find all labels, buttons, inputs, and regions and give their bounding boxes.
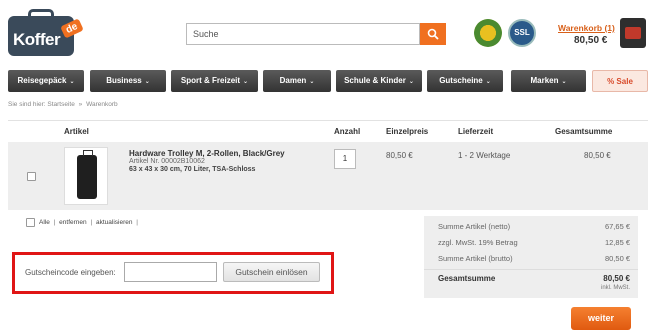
nav-item-label: Damen bbox=[279, 76, 307, 85]
nav-item-schule-kinder[interactable]: Schule & Kinder ⌄ bbox=[336, 70, 422, 92]
summary-value: 12,85 € bbox=[604, 238, 630, 247]
summary-row: Summe Artikel (netto) 67,65 € bbox=[424, 218, 638, 234]
separator: | bbox=[90, 219, 93, 227]
chevron-down-icon: ⌄ bbox=[561, 79, 567, 85]
column-header-article: Artikel bbox=[64, 127, 89, 136]
cart-table: Artikel Anzahl Einzelpreis Lieferzeit Ge… bbox=[8, 120, 648, 210]
unit-price: 80,50 € bbox=[386, 151, 413, 160]
quantity-input[interactable]: 1 bbox=[334, 149, 356, 169]
product-article-number: Artikel Nr. 00002B10062 bbox=[129, 158, 205, 165]
nav-item-label: Sport & Freizeit bbox=[180, 76, 241, 85]
voucher-section: Gutscheincode eingeben: Gutschein einlös… bbox=[12, 252, 334, 294]
breadcrumb-home-link[interactable]: Startseite bbox=[47, 101, 74, 108]
summary-value: 67,65 € bbox=[604, 222, 630, 231]
search-icon bbox=[427, 28, 439, 40]
row-select-checkbox[interactable] bbox=[27, 172, 36, 181]
summary-total-label: Gesamtsumme bbox=[438, 274, 496, 283]
row-total: 80,50 € bbox=[584, 151, 611, 160]
nav-item-gutscheine[interactable]: Gutscheine ⌄ bbox=[427, 70, 503, 92]
open-suitcase-icon[interactable] bbox=[620, 18, 646, 48]
nav-item-label: Marken bbox=[530, 76, 559, 85]
summary-label: Summe Artikel (brutto) bbox=[438, 254, 513, 263]
nav-item-marken[interactable]: Marken ⌄ bbox=[511, 70, 586, 92]
column-header-unit-price: Einzelpreis bbox=[386, 127, 429, 136]
chevron-down-icon: ⌄ bbox=[485, 79, 491, 85]
nav-item-business[interactable]: Business ⌄ bbox=[90, 70, 166, 92]
update-link[interactable]: aktualisieren bbox=[96, 219, 133, 226]
search-bar: Suche bbox=[186, 23, 446, 45]
site-logo[interactable]: Koffer de bbox=[6, 8, 86, 60]
vat-note: inkl. MwSt. bbox=[600, 285, 630, 291]
nav-item-damen[interactable]: Damen ⌄ bbox=[263, 70, 331, 92]
ssl-seal-icon[interactable]: SSL bbox=[508, 19, 536, 47]
summary-label: Summe Artikel (netto) bbox=[438, 222, 511, 231]
continue-button[interactable]: weiter bbox=[571, 307, 631, 330]
remove-link[interactable]: entfernen bbox=[59, 219, 86, 226]
breadcrumb-separator: » bbox=[78, 101, 83, 108]
nav-item-label: Reisegepäck bbox=[17, 76, 67, 85]
nav-item-sale[interactable]: % Sale bbox=[592, 70, 648, 92]
cart-total: 80,50 € bbox=[574, 35, 608, 46]
summary-label: zzgl. MwSt. 19% Betrag bbox=[438, 238, 518, 247]
summary-row: zzgl. MwSt. 19% Betrag 12,85 € bbox=[424, 234, 638, 250]
cart-link[interactable]: Warenkorb (1) bbox=[558, 23, 615, 33]
nav-item-reisegepaeck[interactable]: Reisegepäck ⌄ bbox=[8, 70, 84, 92]
table-header: Artikel Anzahl Einzelpreis Lieferzeit Ge… bbox=[8, 120, 648, 142]
select-all-checkbox[interactable] bbox=[26, 218, 35, 227]
nav-item-label: Gutscheine bbox=[439, 76, 483, 85]
product-description: 63 x 43 x 30 cm, 70 Liter, TSA-Schloss bbox=[129, 166, 256, 173]
summary-total-value: 80,50 € bbox=[603, 274, 630, 283]
search-button[interactable] bbox=[420, 23, 446, 45]
select-all-label[interactable]: Alle bbox=[39, 219, 50, 226]
product-title-link[interactable]: Hardware Trolley M, 2-Rollen, Black/Grey bbox=[129, 149, 285, 158]
logo-text: Koffer bbox=[13, 30, 61, 49]
chevron-down-icon: ⌄ bbox=[309, 79, 315, 85]
voucher-label: Gutscheincode eingeben: bbox=[25, 268, 116, 277]
breadcrumb-prefix: Sie sind hier: bbox=[8, 101, 46, 108]
header: Koffer de Suche SSL Warenkorb (1) 80,50 … bbox=[0, 0, 650, 66]
nav-item-sport-freizeit[interactable]: Sport & Freizeit ⌄ bbox=[171, 70, 258, 92]
table-row: Hardware Trolley M, 2-Rollen, Black/Grey… bbox=[8, 142, 648, 210]
breadcrumb: Sie sind hier: Startseite » Warenkorb bbox=[8, 101, 118, 108]
chevron-down-icon: ⌄ bbox=[144, 79, 150, 85]
bulk-actions: Alle | entfernen | aktualisieren | bbox=[26, 218, 140, 227]
separator: | bbox=[53, 219, 56, 227]
voucher-code-input[interactable] bbox=[124, 262, 217, 282]
column-header-delivery: Lieferzeit bbox=[458, 127, 494, 136]
breadcrumb-current: Warenkorb bbox=[86, 101, 118, 108]
mini-cart[interactable]: Warenkorb (1) 80,50 € bbox=[552, 18, 646, 50]
order-summary: Summe Artikel (netto) 67,65 € zzgl. MwSt… bbox=[424, 216, 638, 298]
column-header-total: Gesamtsumme bbox=[555, 127, 613, 136]
chevron-down-icon: ⌄ bbox=[69, 79, 75, 85]
trolley-icon bbox=[77, 150, 97, 199]
nav-item-label: Schule & Kinder bbox=[344, 76, 406, 85]
column-header-quantity: Anzahl bbox=[334, 127, 361, 136]
delivery-time: 1 - 2 Werktage bbox=[458, 151, 511, 160]
summary-row: Summe Artikel (brutto) 80,50 € bbox=[424, 250, 638, 266]
separator: | bbox=[136, 219, 138, 227]
summary-total-row: Gesamtsumme 80,50 € inkl. MwSt. bbox=[424, 269, 638, 295]
summary-value: 80,50 € bbox=[604, 254, 630, 263]
nav-item-label: Business bbox=[106, 76, 142, 85]
trust-seal-icon[interactable] bbox=[474, 19, 502, 47]
chevron-down-icon: ⌄ bbox=[408, 79, 414, 85]
search-input[interactable]: Suche bbox=[186, 23, 420, 45]
main-navigation: Reisegepäck ⌄ Business ⌄ Sport & Freizeit ⌄… bbox=[8, 70, 648, 92]
redeem-voucher-button[interactable]: Gutschein einlösen bbox=[223, 262, 320, 282]
product-image[interactable] bbox=[64, 147, 108, 205]
chevron-down-icon: ⌄ bbox=[243, 79, 249, 85]
